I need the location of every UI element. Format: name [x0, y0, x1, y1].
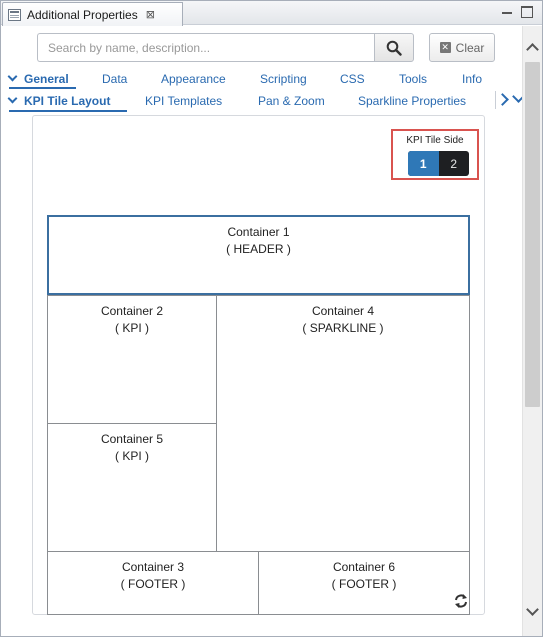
properties-window: Additional Properties ⊠ Search by name, … — [0, 0, 543, 637]
container-role: ( SPARKLINE ) — [302, 321, 384, 335]
kpi-tile-side-selector: KPI Tile Side 1 2 — [391, 129, 479, 180]
container-2-kpi[interactable]: Container 2 ( KPI ) — [47, 295, 217, 424]
tab-kpi-templates[interactable]: KPI Templates — [145, 91, 222, 111]
close-icon[interactable]: ⊠ — [146, 8, 155, 21]
active-tab-underline — [9, 87, 76, 89]
tab-appearance[interactable]: Appearance — [161, 69, 226, 89]
additional-properties-tab[interactable]: Additional Properties ⊠ — [2, 2, 183, 26]
tab-pan-zoom[interactable]: Pan & Zoom — [258, 91, 325, 111]
tab-label: KPI Tile Layout — [24, 94, 111, 108]
scroll-up-icon[interactable] — [523, 38, 542, 56]
container-name: Container 6 — [332, 560, 396, 574]
search-input[interactable]: Search by name, description... — [37, 33, 374, 62]
container-name: Container 4 — [311, 304, 375, 318]
minimize-button[interactable] — [501, 6, 513, 18]
clear-label: Clear — [455, 40, 485, 55]
container-role: ( KPI ) — [114, 449, 149, 463]
clear-button[interactable]: ✕ Clear — [429, 33, 495, 62]
container-name: Container 5 — [100, 432, 164, 446]
vertical-scrollbar[interactable] — [522, 26, 542, 636]
tab-scripting[interactable]: Scripting — [260, 69, 307, 89]
tab-data[interactable]: Data — [102, 69, 127, 89]
search-button[interactable] — [374, 33, 414, 62]
container-3-footer[interactable]: Container 3 ( FOOTER ) — [47, 551, 259, 615]
view-tab-title: Additional Properties — [27, 7, 138, 22]
container-6-footer[interactable]: Container 6 ( FOOTER ) — [258, 551, 470, 615]
refresh-icon[interactable] — [453, 593, 469, 609]
search-icon — [386, 40, 402, 56]
tab-tools[interactable]: Tools — [399, 69, 427, 89]
view-tab-bar: Additional Properties ⊠ — [1, 1, 542, 26]
container-4-sparkline[interactable]: Container 4 ( SPARKLINE ) — [216, 295, 470, 552]
tab-info[interactable]: Info — [462, 69, 482, 89]
side-option-2[interactable]: 2 — [439, 151, 470, 176]
chevron-down-icon — [7, 71, 18, 82]
kpi-tile-side-label: KPI Tile Side — [406, 135, 464, 146]
container-role: ( FOOTER ) — [331, 577, 397, 591]
tab-css[interactable]: CSS — [340, 69, 365, 89]
kpi-tile-side-toggle: 1 2 — [408, 151, 469, 176]
container-name: Container 1 — [227, 225, 290, 239]
properties-table-icon — [8, 8, 21, 21]
maximize-button[interactable] — [521, 6, 533, 18]
scroll-thumb[interactable] — [525, 62, 540, 407]
container-role: ( KPI ) — [114, 321, 149, 335]
chevron-down-icon — [7, 93, 18, 104]
search-placeholder: Search by name, description... — [48, 40, 211, 55]
container-1-header[interactable]: Container 1 ( HEADER ) — [47, 215, 470, 295]
container-5-kpi[interactable]: Container 5 ( KPI ) — [47, 423, 217, 552]
tab-kpi-tile-layout[interactable]: KPI Tile Layout — [7, 91, 111, 111]
container-name: Container 3 — [121, 560, 185, 574]
property-tabs-row-2: KPI Tile Layout KPI Templates Pan & Zoom… — [1, 91, 522, 111]
container-name: Container 2 — [100, 304, 164, 318]
tab-sparkline-properties[interactable]: Sparkline Properties — [358, 91, 466, 111]
clear-icon: ✕ — [439, 42, 451, 53]
scroll-tabs-right-icon[interactable] — [495, 91, 511, 109]
refresh-glyph — [455, 594, 467, 608]
scroll-down-icon[interactable] — [523, 603, 542, 621]
container-role: ( FOOTER ) — [120, 577, 186, 591]
active-subtab-underline — [9, 110, 127, 112]
tab-label: General — [24, 72, 69, 86]
tab-general[interactable]: General — [7, 69, 69, 89]
side-option-1[interactable]: 1 — [408, 151, 439, 176]
container-layout-grid: Container 1 ( HEADER ) Container 2 ( KPI… — [47, 190, 470, 615]
property-tabs-row-1: General Data Appearance Scripting CSS To… — [1, 69, 522, 89]
container-role: ( HEADER ) — [226, 242, 291, 256]
